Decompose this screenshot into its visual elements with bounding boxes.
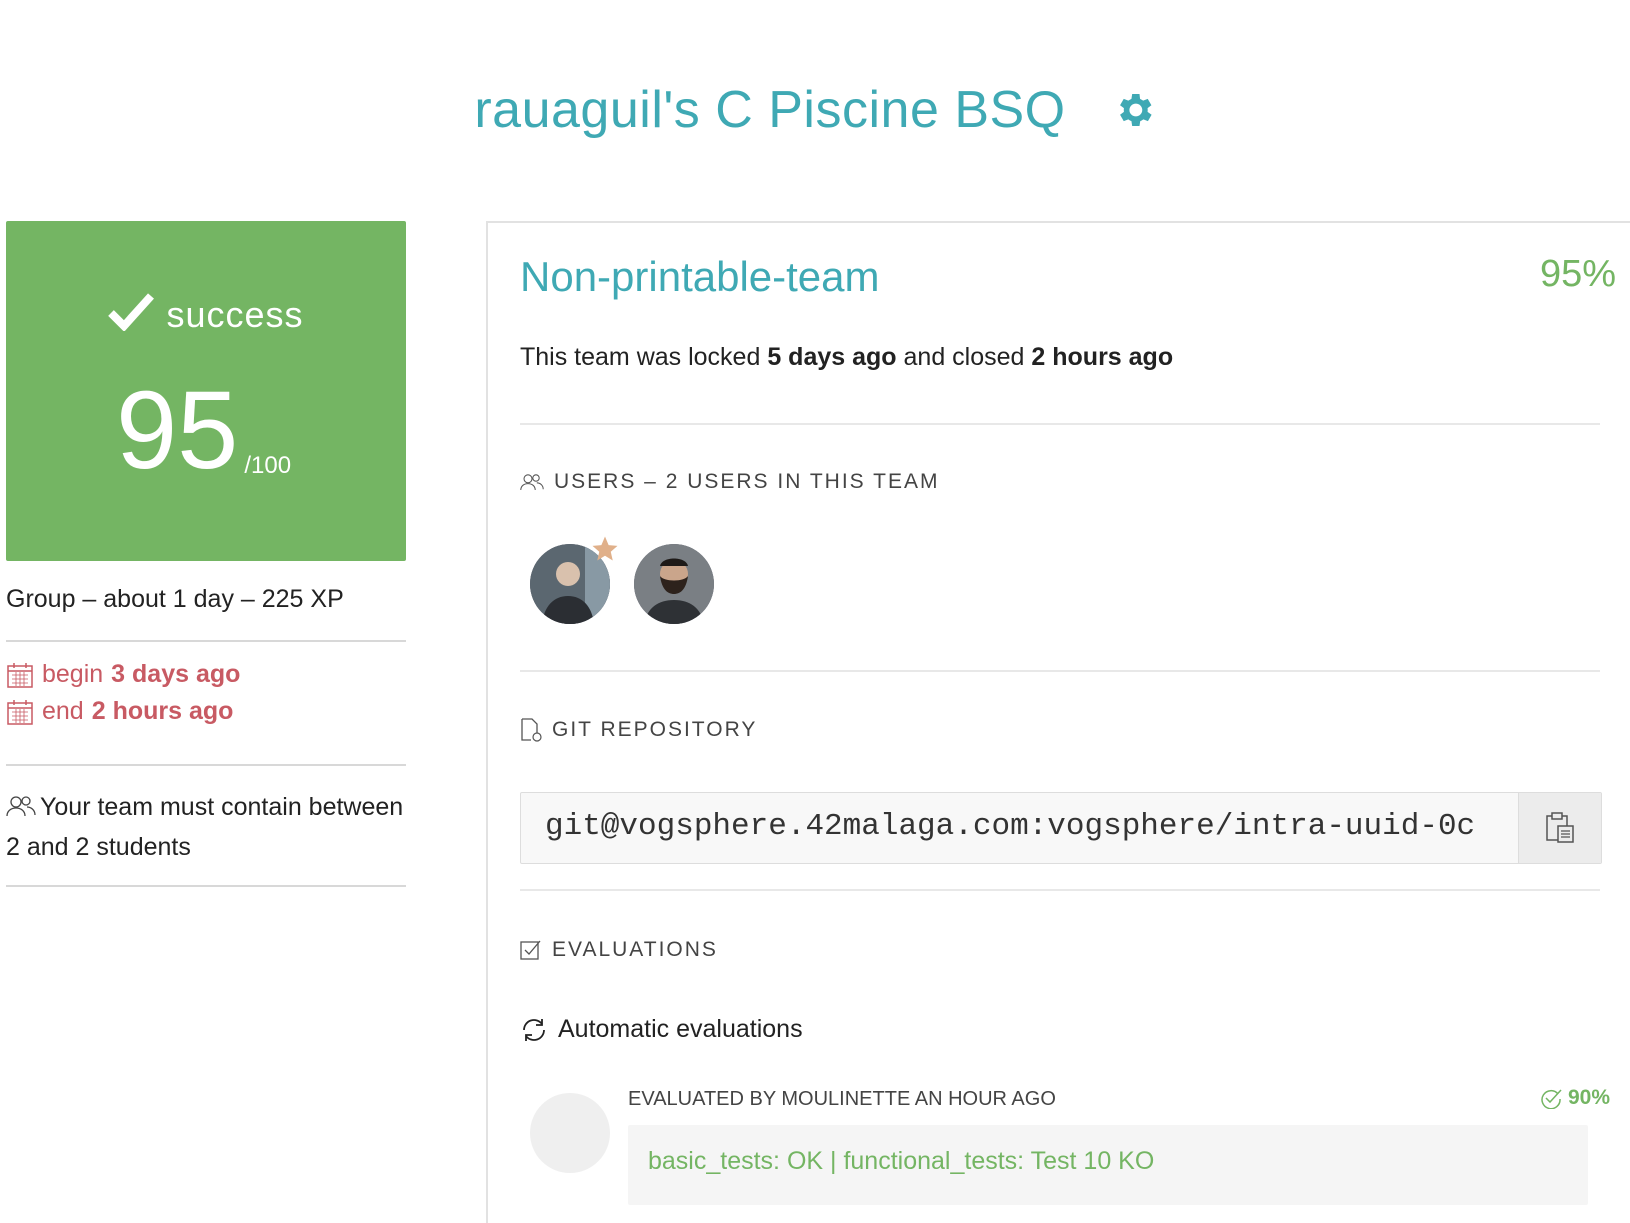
- users-label: USERS – 2 USERS IN THIS TEAM: [554, 470, 940, 493]
- closed-prefix: and closed: [903, 343, 1025, 371]
- users-icon: [6, 796, 36, 817]
- team-lock-status: This team was locked 5 days ago and clos…: [520, 343, 1173, 372]
- divider: [520, 670, 1600, 672]
- team-requirement: Your team must contain between 2 and 2 s…: [6, 787, 406, 867]
- evaluations-label: EVALUATIONS: [552, 938, 718, 961]
- team-requirement-text: Your team must contain between 2 and 2 s…: [6, 793, 404, 861]
- grade-box: success 95 /100: [6, 221, 406, 561]
- team-panel: Non-printable-team 95% This team was loc…: [486, 221, 1630, 1223]
- evaluator-avatar: [530, 1093, 610, 1173]
- git-section-label: GIT REPOSITORY: [520, 718, 757, 742]
- end-value: 2 hours ago: [91, 697, 234, 725]
- divider: [6, 885, 406, 887]
- divider: [6, 640, 406, 642]
- divider: [520, 889, 1600, 891]
- evaluation-score-value: 90%: [1567, 1086, 1610, 1109]
- score-value: 95: [116, 369, 239, 492]
- git-url-input[interactable]: git@vogsphere.42malaga.com:vogsphere/int…: [521, 793, 1518, 863]
- begin-value: 3 days ago: [111, 660, 241, 688]
- begin-date: begin 3 days ago: [6, 660, 406, 689]
- git-repository-field[interactable]: git@vogsphere.42malaga.com:vogsphere/int…: [520, 792, 1602, 864]
- locked-prefix: This team was locked: [520, 343, 761, 371]
- status-label: success: [166, 294, 304, 335]
- end-date: end 2 hours ago: [6, 697, 406, 726]
- closed-value: 2 hours ago: [1031, 343, 1174, 371]
- user-avatar[interactable]: [634, 544, 714, 624]
- date-block: begin 3 days ago end 2 hours ago: [6, 660, 406, 726]
- page-title: rauaguil's C Piscine BSQ: [474, 81, 1066, 139]
- calendar-icon: [7, 662, 33, 688]
- evaluations-section-label: EVALUATIONS: [520, 938, 718, 962]
- star-icon: [592, 536, 618, 561]
- clipboard-icon: [1546, 812, 1574, 843]
- file-sync-icon: [521, 718, 542, 742]
- copy-button[interactable]: [1518, 793, 1601, 863]
- locked-value: 5 days ago: [767, 343, 897, 371]
- evaluation-score: 90%: [1540, 1086, 1610, 1110]
- status-row: success: [6, 291, 406, 336]
- users-section-label: USERS – 2 USERS IN THIS TEAM: [520, 470, 939, 494]
- checkmark-icon: [108, 293, 155, 332]
- checkbox-icon: [520, 940, 541, 960]
- git-label: GIT REPOSITORY: [552, 718, 758, 741]
- calendar-icon: [7, 699, 33, 725]
- divider: [520, 423, 1600, 425]
- users-icon: [520, 474, 544, 491]
- evaluation-result: basic_tests: OK | functional_tests: Test…: [628, 1125, 1588, 1205]
- team-percent: 95%: [1539, 253, 1616, 295]
- page-header: rauaguil's C Piscine BSQ: [0, 80, 1630, 140]
- refresh-icon: [523, 1018, 545, 1041]
- score-row: 95 /100: [116, 376, 291, 486]
- end-label: end: [42, 697, 84, 725]
- check-circle-icon: [1541, 1089, 1562, 1109]
- team-name[interactable]: Non-printable-team: [520, 253, 880, 301]
- evaluated-by: EVALUATED BY MOULINETTE AN HOUR AGO: [628, 1088, 1056, 1110]
- automatic-evaluations-title: Automatic evaluations: [520, 1015, 803, 1044]
- divider: [6, 764, 406, 766]
- begin-label: begin: [42, 660, 104, 688]
- project-summary: Group – about 1 day – 225 XP: [6, 585, 344, 613]
- auto-title-text: Automatic evaluations: [558, 1015, 803, 1043]
- score-max: /100: [244, 452, 292, 479]
- gear-icon[interactable]: [1112, 88, 1156, 132]
